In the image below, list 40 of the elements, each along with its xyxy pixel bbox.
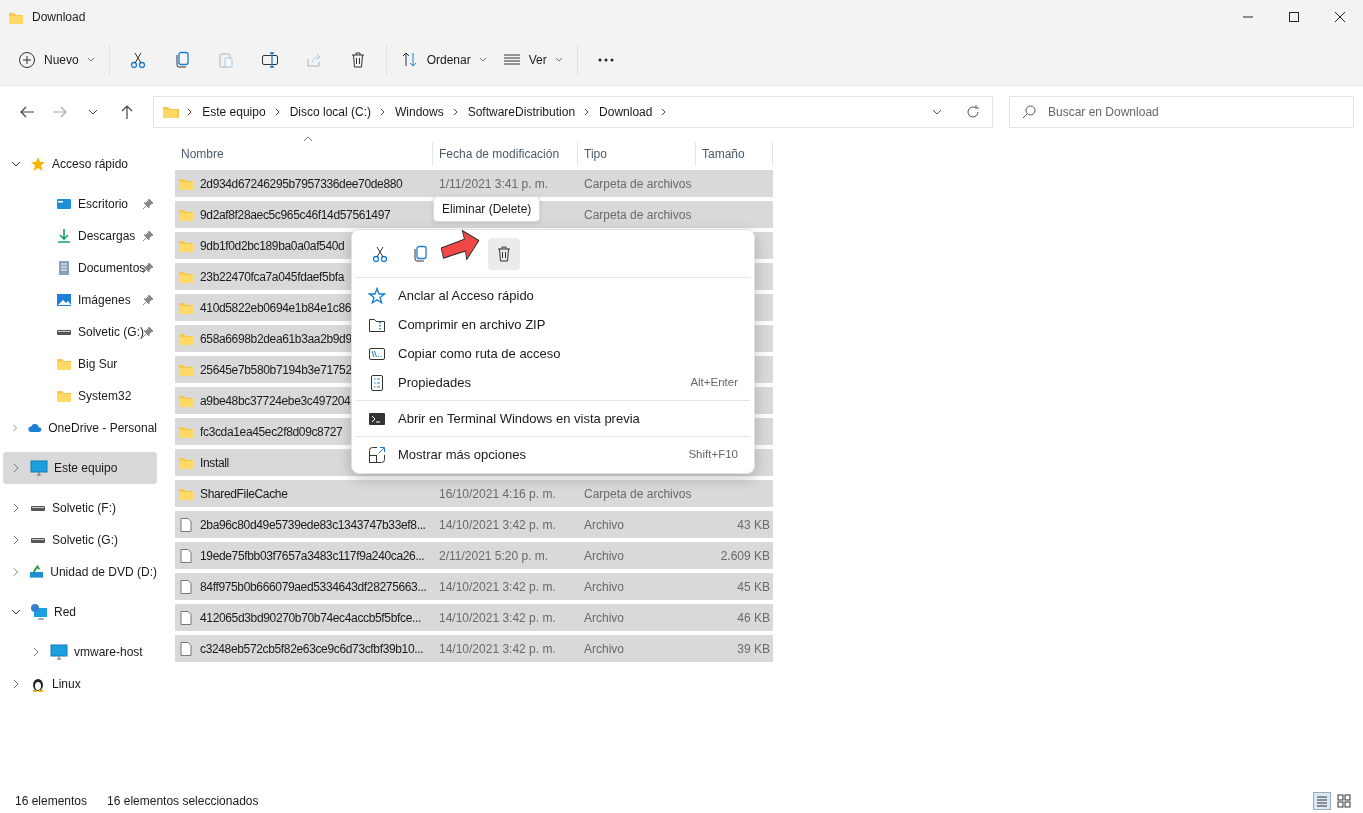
date-text: 14/10/2021 3:42 p. m. — [439, 610, 556, 625]
type-text: Archivo — [584, 610, 624, 625]
size-text: 46 KB — [737, 610, 770, 625]
type-text: Archivo — [584, 579, 624, 594]
size-text: 45 KB — [737, 579, 770, 594]
file-name: 84ff975b0b666079aed5334643df28275663... — [200, 578, 427, 596]
file-name: 412065d3bd90270b70b74ec4accb5f5bfce... — [200, 609, 421, 627]
file-name: 9d2af8f28aec5c965c46f14d57561497 — [200, 206, 391, 224]
type-text: Carpeta de archivos — [584, 176, 692, 191]
file-name: 23b22470fca7a045fdaef5bfa — [200, 268, 345, 286]
file-name: 658a6698b2dea61b3aa2b9d9 — [200, 330, 352, 348]
file-name: Install — [200, 454, 229, 472]
tooltip: Eliminar (Delete) — [433, 196, 541, 222]
file-name: a9be48bc37724ebe3c497204 — [200, 392, 351, 410]
file-name: 2d934d67246295b7957336dee70de880 — [200, 175, 403, 193]
file-name: 19ede75fbb03f7657a3483c117f9a240ca26... — [200, 547, 425, 565]
date-text: 14/10/2021 3:42 p. m. — [439, 641, 556, 656]
file-name: 410d5822eb0694e1b84e1c86 — [200, 299, 352, 317]
file-name: 9db1f0d2bc189ba0a0af540d — [200, 237, 345, 255]
size-text: 2.609 KB — [720, 548, 770, 563]
type-text: Carpeta de archivos — [584, 486, 692, 501]
file-name: SharedFileCache — [200, 485, 288, 503]
file-name: 2ba96c80d49e5739ede83c1343747b33ef8... — [200, 516, 426, 534]
selection-count: 16 elementos seleccionados — [107, 793, 259, 810]
date-text: 16/10/2021 4:16 p. m. — [439, 486, 556, 501]
type-text: Archivo — [584, 548, 624, 563]
date-text: 14/10/2021 3:42 p. m. — [439, 579, 556, 594]
date-text: 14/10/2021 3:42 p. m. — [439, 517, 556, 532]
date-text: 2/11/2021 5:20 p. m. — [439, 548, 549, 563]
window-title: Download — [32, 9, 86, 26]
file-name: 25645e7b580b7194b3e71752 — [200, 361, 352, 379]
item-count: 16 elementos — [15, 793, 88, 810]
file-name: c3248eb572cb5f82e63ce9c6d73cfbf39b10... — [200, 640, 424, 658]
date-text: 1/11/2021 3:41 p. m. — [439, 176, 549, 191]
type-text: Carpeta de archivos — [584, 207, 692, 222]
type-text: Archivo — [584, 517, 624, 532]
size-text: 43 KB — [737, 517, 770, 532]
size-text: 39 KB — [737, 641, 770, 656]
type-text: Archivo — [584, 641, 624, 656]
file-name: fc3cda1ea45ec2f8d09c8727 — [200, 423, 343, 441]
